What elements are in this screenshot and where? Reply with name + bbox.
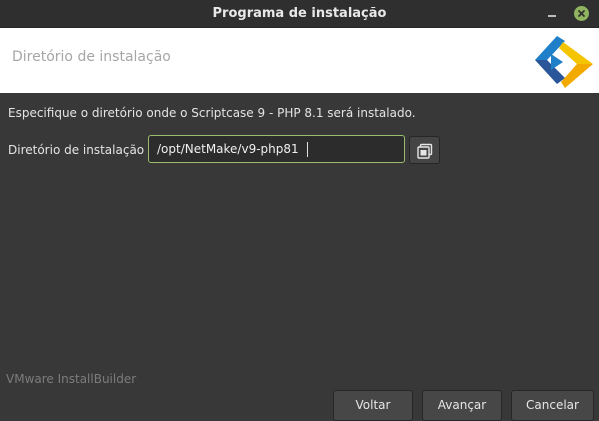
directory-label: Diretório de instalação xyxy=(8,143,145,157)
scriptcase-logo xyxy=(533,32,595,92)
directory-input[interactable] xyxy=(148,135,405,163)
folder-browse-icon xyxy=(417,143,433,163)
title-bar: Programa de instalação xyxy=(0,0,599,28)
back-button[interactable]: Voltar xyxy=(333,390,413,421)
text-caret xyxy=(307,142,308,157)
page-header: Diretório de instalação xyxy=(0,28,599,93)
next-button[interactable]: Avançar xyxy=(422,390,502,421)
cancel-button[interactable]: Cancelar xyxy=(511,390,594,421)
installbuilder-brand: VMware InstallBuilder xyxy=(6,372,137,386)
install-description: Especifique o diretório onde o Scriptcas… xyxy=(8,106,416,120)
close-icon[interactable] xyxy=(574,6,589,21)
window-title: Programa de instalação xyxy=(212,6,387,21)
installer-window: Programa de instalação Diretório de inst… xyxy=(0,0,599,421)
minimize-icon[interactable] xyxy=(545,6,559,20)
browse-directory-button[interactable] xyxy=(409,136,440,164)
page-title: Diretório de instalação xyxy=(12,49,171,65)
